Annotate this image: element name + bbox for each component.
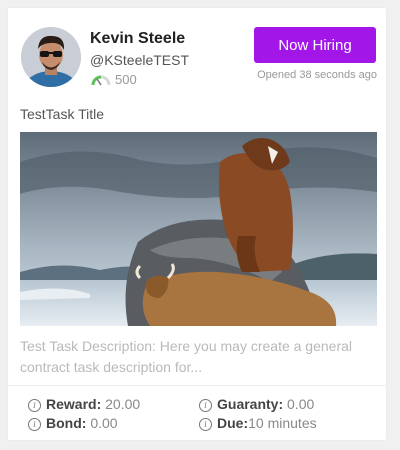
guaranty-field: i Guaranty: 0.00 [199,396,314,412]
guaranty-label: Guaranty: [217,396,284,412]
user-name[interactable]: Kevin Steele [90,30,185,48]
bond-label: Bond: [46,415,87,431]
task-title[interactable]: TestTask Title [20,106,104,122]
avatar[interactable] [21,27,81,87]
due-label: Due: [217,415,249,431]
reward-value: 20.00 [105,396,141,412]
reward-label: Reward: [46,396,102,412]
info-icon[interactable]: i [28,418,41,431]
info-icon[interactable]: i [199,399,212,412]
speedometer-icon [91,75,111,86]
now-hiring-button[interactable]: Now Hiring [254,27,376,63]
opened-timestamp: Opened 38 seconds ago [257,69,377,81]
reputation-score: 500 [115,72,137,87]
due-value: 10 minutes [248,415,317,431]
due-field: i Due:10 minutes [199,415,317,431]
task-description: Test Task Description: Here you may crea… [20,338,353,375]
bond-field: i Bond: 0.00 [28,415,118,431]
bond-value: 0.00 [90,415,118,431]
task-image[interactable] [20,132,377,326]
reward-field: i Reward: 20.00 [28,396,140,412]
info-icon[interactable]: i [28,399,41,412]
info-icon[interactable]: i [199,418,212,431]
guaranty-value: 0.00 [287,396,315,412]
user-handle: @KSteeleTEST [90,52,190,68]
divider [8,385,386,386]
task-card[interactable]: Kevin Steele @KSteeleTEST 500 Now Hiring… [8,8,386,440]
